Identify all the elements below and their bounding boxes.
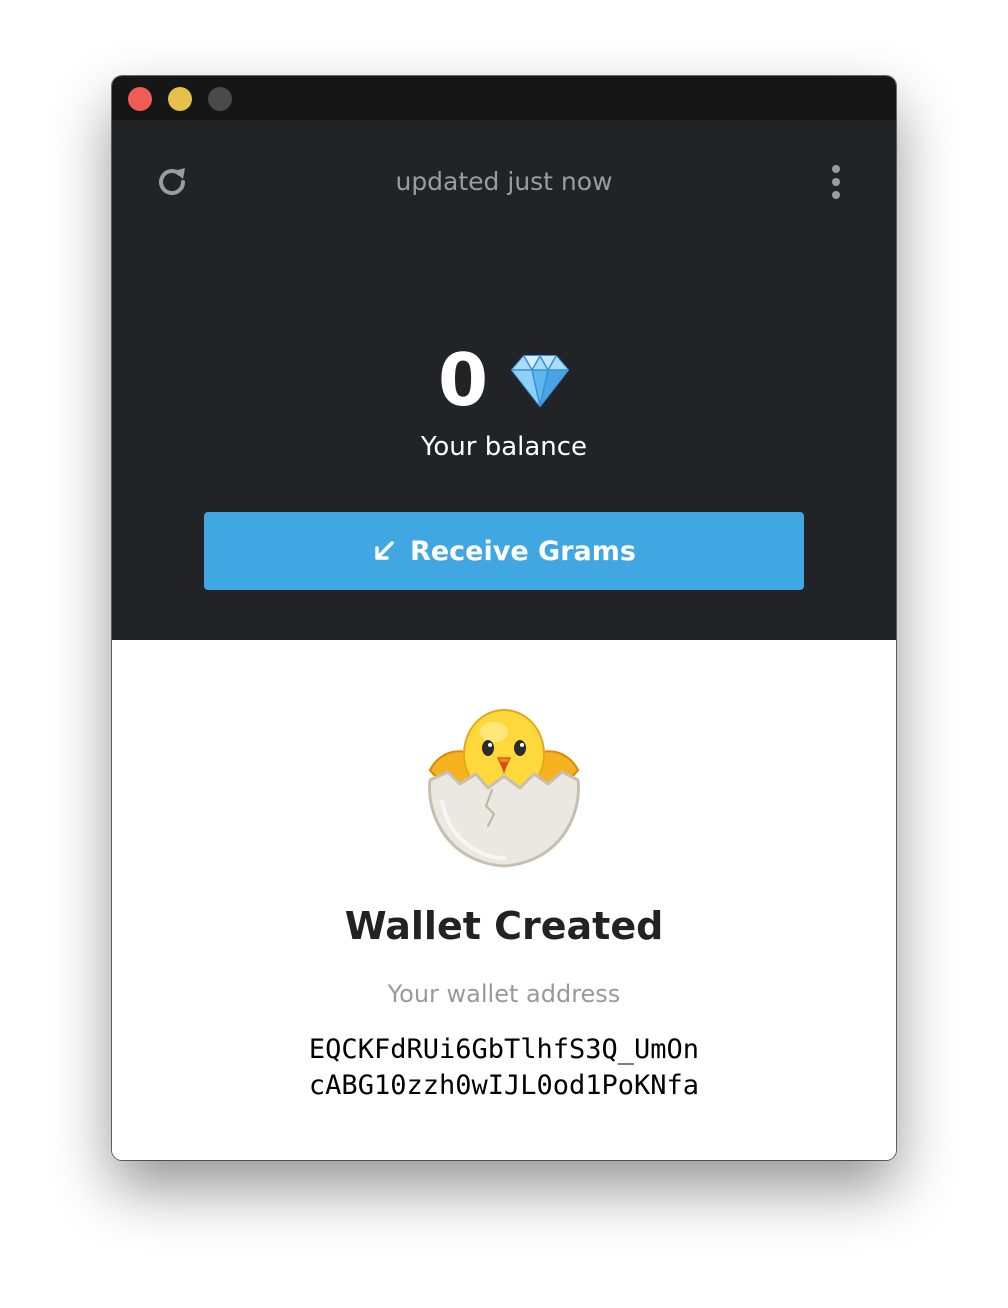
wallet-address-line-2[interactable]: cABG10zzh0wIJL0od1PoKNfa (112, 1068, 896, 1104)
wallet-created-title: Wallet Created (344, 904, 664, 948)
arrow-down-left-icon (375, 541, 394, 560)
hatching-chick-icon (428, 709, 580, 868)
balance-row: 0 (112, 338, 896, 422)
more-vertical-icon (832, 165, 840, 173)
wallet-window: updated just now 0 Your balance Receive … (112, 76, 896, 1160)
receive-grams-label: Receive Grams (410, 535, 636, 567)
diamond-icon (511, 354, 570, 407)
receive-grams-button[interactable]: Receive Grams (204, 512, 804, 590)
balance-label: Your balance (420, 432, 588, 462)
balance-amount: 0 (437, 338, 489, 422)
maximize-window-button[interactable] (208, 87, 232, 111)
update-status: updated just now (395, 167, 613, 196)
wallet-address-line-1[interactable]: EQCKFdRUi6GbTlhfS3Q_UmOn (112, 1032, 896, 1068)
title-bar (112, 76, 896, 120)
wallet-header: updated just now 0 Your balance Receive … (112, 120, 896, 640)
wallet-created-panel: Wallet Created Your wallet address EQCKF… (112, 640, 896, 1160)
wallet-address-label: Your wallet address (387, 980, 621, 1008)
close-window-button[interactable] (128, 87, 152, 111)
more-menu-button[interactable] (814, 158, 858, 206)
minimize-window-button[interactable] (168, 87, 192, 111)
